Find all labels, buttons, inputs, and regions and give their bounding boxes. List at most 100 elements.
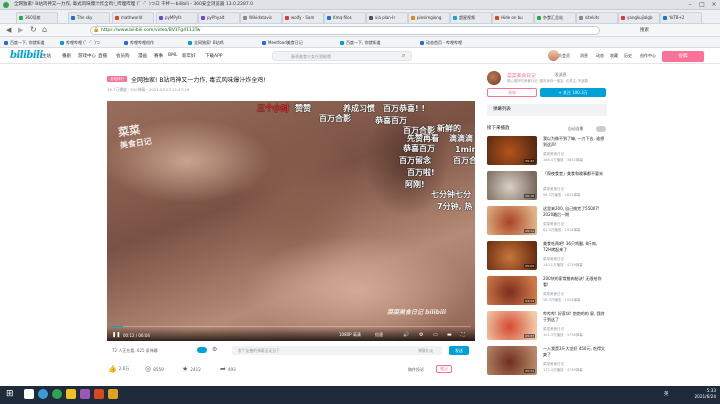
user-nav-item[interactable]: 历史 (624, 53, 632, 59)
nav-item[interactable]: 会员购 (116, 53, 130, 59)
browser-tab[interactable]: piesimgiong (408, 12, 450, 23)
taskbar-app-icon[interactable] (94, 389, 104, 399)
related-author[interactable]: 菜菜美食日记 (543, 292, 564, 297)
related-title[interactable]: 这里来200, 自己做完了55007! 2020最后一期 (543, 206, 605, 217)
nav-item[interactable]: 直播 (98, 53, 107, 59)
user-nav-item[interactable]: 动态 (596, 53, 604, 59)
url-input[interactable]: https://www.bilibili.com/video/BV1Tg4113… (90, 26, 600, 35)
user-nav-item[interactable]: 大会员 (558, 53, 570, 59)
related-author[interactable]: 菜菜美食日记 (543, 362, 564, 367)
back-icon[interactable]: ◀ (6, 26, 11, 34)
related-author[interactable]: 菜菜美食日记 (543, 327, 564, 332)
user-nav-item[interactable]: 创作中心 (640, 53, 656, 59)
nav-item[interactable]: 漫画 (138, 53, 147, 59)
home-icon[interactable]: ⌂ (42, 25, 47, 34)
up-avatar[interactable] (487, 71, 501, 85)
nav-item[interactable]: 番剧 (62, 53, 71, 59)
danmaku-settings-icon[interactable]: ⚙ (212, 346, 217, 353)
browser-tab[interactable]: Hide on bu (492, 12, 534, 23)
taskbar-app-icon[interactable] (24, 389, 34, 399)
nav-item[interactable]: 赛事 (154, 53, 163, 59)
action-star[interactable]: ★ 2412 (182, 365, 201, 373)
browser-tab[interactable]: 超星视频 (450, 12, 492, 23)
nav-item[interactable]: 新年好 (182, 53, 196, 59)
site-search-input[interactable]: 春季美食少女社恩能哦 (272, 51, 412, 61)
related-video[interactable]: 05:37 哔哔哔! 好家伙! 饱饱的的 屏, 我终于到这了 菜菜美食日记 101.3… (487, 311, 607, 343)
speed-selector[interactable]: 倍速 (375, 332, 383, 338)
report-link[interactable]: 稿件投诉 (408, 367, 424, 373)
close-icon[interactable]: × (708, 0, 720, 10)
taskbar-app-icon[interactable] (38, 389, 48, 399)
related-video[interactable]: 05:09 美食吃两吧! 36只鸡腿, 8斤肉, 72H烤起来了 菜菜美食日记 140… (487, 241, 607, 273)
follow-button[interactable]: + 关注 100.3万 (540, 88, 606, 97)
related-title[interactable]: 一入我是3斤大龙虾 450元, 吃得太爽了 (543, 346, 605, 357)
browser-tab[interactable]: wolfy - Sam (282, 12, 324, 23)
related-thumbnail[interactable]: 05:09 (487, 241, 537, 270)
maximize-icon[interactable]: □ (696, 0, 708, 10)
related-video[interactable]: 04:54 200块的家常腊肉秘诀! 无限给你看! 菜菜美食日记 58.9万播放 · … (487, 276, 607, 308)
bookmark-item[interactable]: 哔哩哔哩 (゜-゜)つ (60, 38, 100, 47)
charge-button[interactable]: 充电 (487, 88, 537, 97)
nav-item[interactable]: 主站 (42, 53, 51, 59)
user-nav-item[interactable]: 收藏 (610, 53, 618, 59)
related-title[interactable]: 200块的家常腊肉秘诀! 无限给你看! (543, 276, 605, 287)
related-thumbnail[interactable]: 05:31 (487, 346, 537, 375)
send-danmaku-button[interactable]: 发送 (449, 346, 469, 355)
related-author[interactable]: 菜菜美食日记 (543, 187, 564, 192)
play-pause-icon[interactable]: ❚❚ (112, 332, 120, 338)
danmaku-toggle[interactable] (197, 347, 207, 353)
related-thumbnail[interactable]: 05:42 (487, 136, 537, 165)
related-video[interactable]: 05:42 我以为做不到了嘛, 一刀下去, 谁想到这声! 菜菜美食日记 168.4万播… (487, 136, 607, 168)
volume-icon[interactable]: 🔊 (403, 332, 409, 338)
browser-tab[interactable]: Kmq-filos (324, 12, 366, 23)
settings-icon[interactable]: ⚙ (419, 332, 423, 338)
related-thumbnail[interactable]: 06:18 (487, 171, 537, 200)
related-thumbnail[interactable]: 04:54 (487, 276, 537, 305)
bookmark-item[interactable]: 全网独家! B站鸡 (188, 38, 224, 47)
related-author[interactable]: 菜菜美食日记 (543, 152, 564, 157)
related-thumbnail[interactable]: 05:37 (487, 311, 537, 340)
bookmark-item[interactable]: Meetfood美食日记 (262, 38, 303, 47)
minimize-icon[interactable]: – (684, 0, 696, 10)
fullscreen-icon[interactable]: ⛶ (461, 332, 465, 338)
browser-tab[interactable]: Wikidatavis (240, 12, 282, 23)
browser-tab[interactable]: via plan-Ir (366, 12, 408, 23)
up-name[interactable]: 菜菜美食日记 (507, 72, 536, 79)
browser-tab[interactable]: The sky (68, 12, 110, 23)
related-title[interactable]: 哔哔哔! 好家伙! 饱饱的的 屏, 我终于到这了 (543, 311, 605, 322)
danmaku-etiquette-link[interactable]: 弹幕礼仪 (418, 348, 433, 354)
related-video[interactable]: 06:18 「探夜食堂」美食和故事都不要米 菜菜美食日记 98.3万播放 · 2851… (487, 171, 607, 203)
danmaku-input[interactable]: 发个友善的弹幕见证当下 (232, 346, 442, 355)
note-button[interactable]: 笔记 (436, 365, 452, 373)
action-coin[interactable]: ◎ 8559 (145, 365, 164, 373)
nav-item[interactable]: BML (168, 53, 177, 58)
related-video[interactable]: 05:11 这里来200, 自己做完了55007! 2020最后一期 菜菜美食日记 6… (487, 206, 607, 238)
bookmark-item[interactable]: 百度一下, 你就知道 (340, 38, 381, 47)
autoplay-toggle[interactable] (596, 126, 606, 132)
user-nav-item[interactable]: 消息 (580, 53, 588, 59)
bookmark-item[interactable]: 哔哩哔哩创作 (124, 38, 154, 47)
taskbar-app-icon[interactable] (66, 389, 76, 399)
upload-button[interactable]: 投稿 (662, 51, 704, 62)
browser-tab[interactable]: pyMPyfs (156, 12, 198, 23)
taskbar-app-icon[interactable] (52, 389, 62, 399)
nav-item[interactable]: 游戏中心 (78, 53, 96, 59)
taskbar-app-icon[interactable] (108, 389, 118, 399)
video-player[interactable]: 菜菜 美食日记 三个小时 赞赞 养成习惯 百万恭喜! ! 百万合影 恭喜百万 百万合影 新鲜的… (107, 101, 475, 341)
start-icon[interactable]: ⊞ (6, 389, 14, 399)
related-author[interactable]: 菜菜美食日记 (543, 257, 564, 262)
bookmark-item[interactable]: 百度一下, 你就知道 (4, 38, 45, 47)
action-share[interactable]: ➦ 493 (220, 365, 236, 373)
forward-icon[interactable]: ▶ (18, 26, 23, 34)
browser-tab[interactable]: pyPhyalt (198, 12, 240, 23)
browser-tab[interactable]: yangkujialgb (618, 12, 660, 23)
browser-tab[interactable]: 360导航 (16, 12, 58, 23)
related-title[interactable]: 「探夜食堂」美食和故事都不要米 (543, 171, 605, 182)
quality-selector[interactable]: 1080P 高清 (339, 332, 361, 338)
related-video[interactable]: 05:31 一入我是3斤大龙虾 450元, 吃得太爽了 菜菜美食日记 172.4万播放… (487, 346, 607, 378)
browser-tab[interactable]: mathworld (112, 12, 154, 23)
ime-indicator[interactable]: 英 (664, 391, 669, 397)
related-title[interactable]: 美食吃两吧! 36只鸡腿, 8斤肉, 72H烤起来了 (543, 241, 605, 252)
nav-item[interactable]: 下载APP (205, 53, 223, 59)
widescreen-icon[interactable]: ▬ (447, 332, 452, 338)
